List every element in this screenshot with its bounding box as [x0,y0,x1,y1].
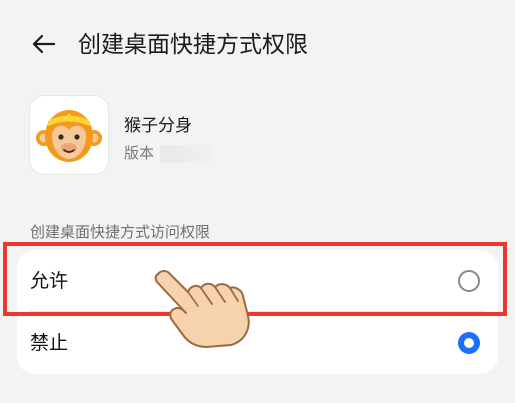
app-version-label: 版本 [124,144,155,162]
header: 创建桌面快捷方式权限 [0,0,515,92]
option-allow[interactable]: 允许 [17,250,498,312]
allow-radio-button[interactable] [458,270,480,292]
section-label: 创建桌面快捷方式访问权限 [30,223,211,241]
app-name: 猴子分身 [124,116,192,136]
back-arrow-icon [32,34,56,54]
back-button[interactable] [28,28,60,60]
option-allow-label: 允许 [30,270,69,292]
app-icon [30,96,108,174]
option-deny[interactable]: 禁止 [17,312,498,374]
permission-options: 允许 禁止 [17,250,498,374]
deny-radio-button[interactable] [458,332,480,354]
option-deny-label: 禁止 [30,332,69,354]
page-title: 创建桌面快捷方式权限 [78,32,308,58]
app-version-value [160,145,210,163]
monkey-logo-icon [30,96,108,174]
